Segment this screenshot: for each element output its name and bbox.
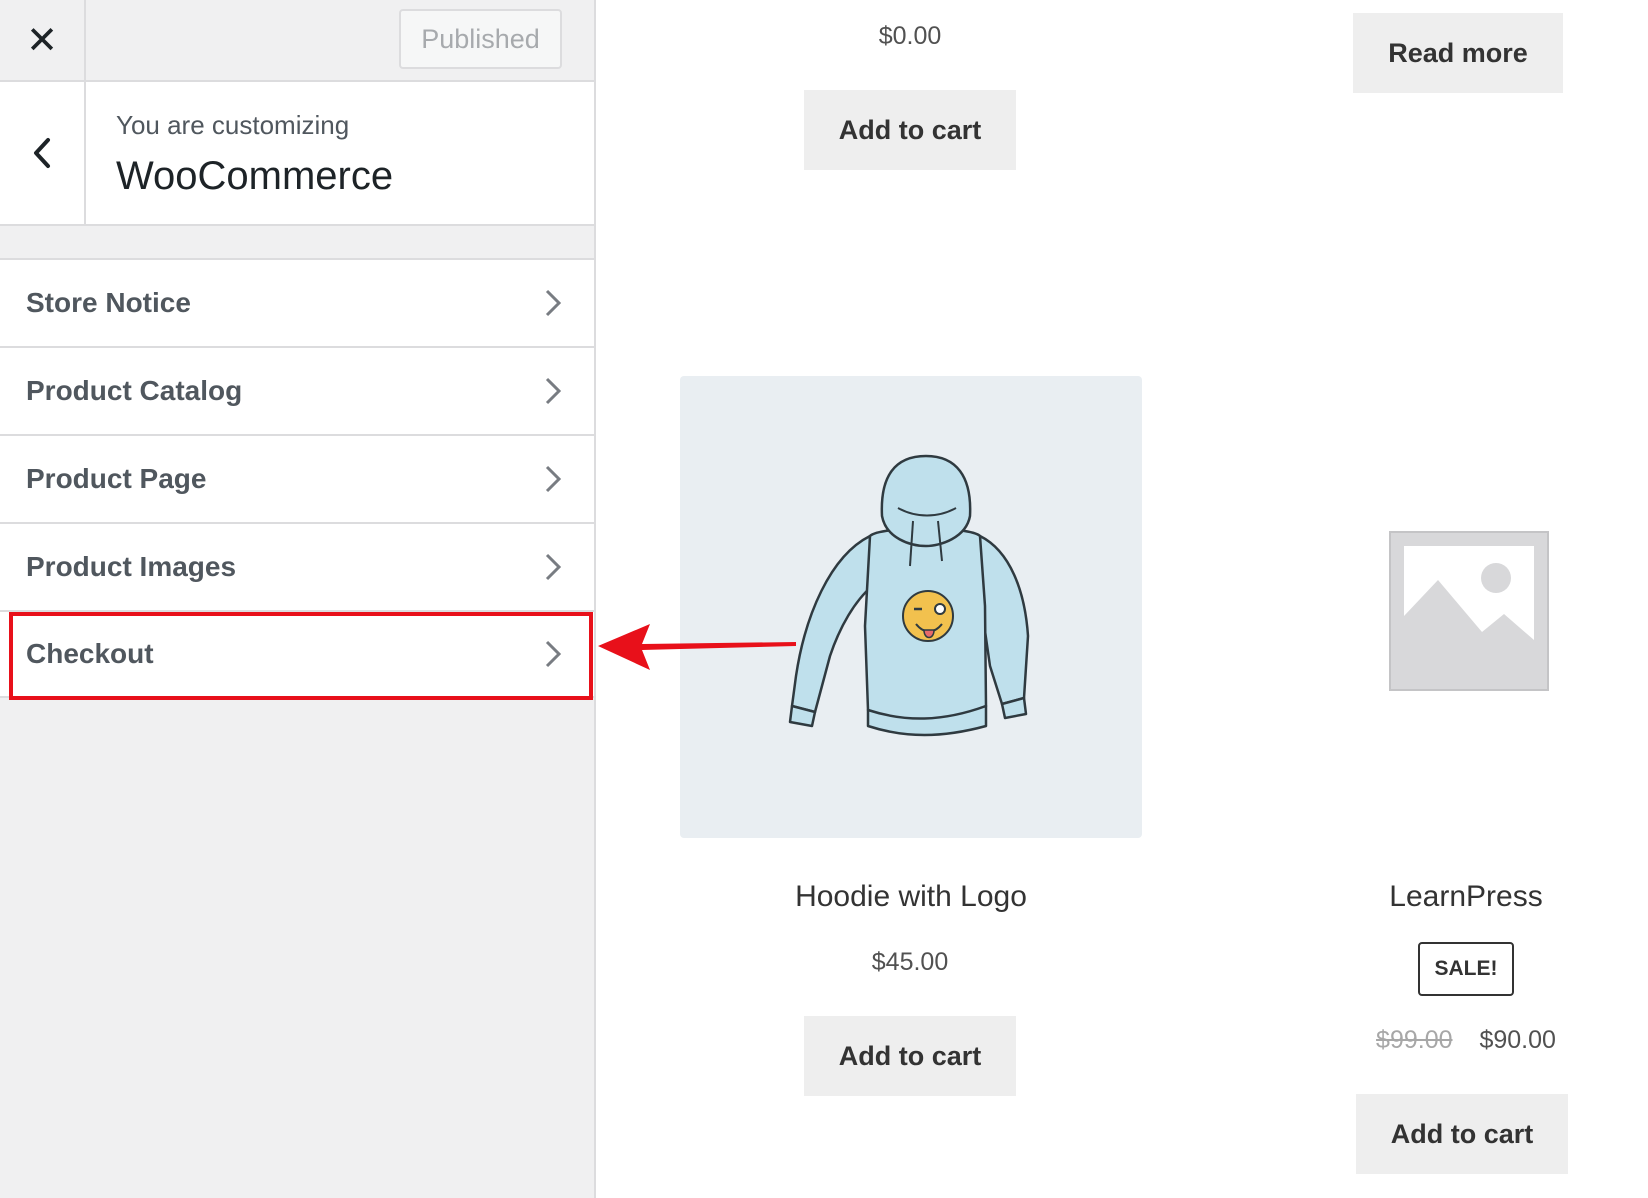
panel-title: WooCommerce	[116, 154, 394, 198]
customizer-sidebar: ✕ Published You are customizing WooComme…	[0, 0, 596, 1198]
section-checkout[interactable]: Checkout	[0, 610, 594, 698]
product-price: $99.00 $90.00	[1366, 1026, 1566, 1055]
customizer-info: You are customizing WooCommerce	[0, 82, 594, 226]
read-more-button[interactable]: Read more	[1353, 13, 1563, 93]
customizer-header: ✕ Published	[0, 0, 594, 82]
product-price: $45.00	[871, 948, 949, 976]
section-label: Checkout	[26, 638, 154, 669]
chevron-right-icon	[545, 465, 562, 493]
add-to-cart-button[interactable]: Add to cart	[804, 1016, 1016, 1096]
hoodie-image[interactable]	[680, 376, 1142, 838]
product-price: $0.00	[878, 22, 942, 50]
section-label: Product Images	[26, 551, 237, 582]
section-store-notice[interactable]: Store Notice	[0, 258, 594, 346]
sale-price: $90.00	[1479, 1026, 1556, 1054]
section-label: Store Notice	[26, 287, 191, 318]
section-list: Store Notice Product Catalog Product Pag…	[0, 258, 594, 698]
chevron-right-icon	[545, 640, 562, 668]
customizing-label: You are customizing	[116, 110, 350, 140]
add-to-cart-button[interactable]: Add to cart	[804, 90, 1016, 170]
chevron-right-icon	[545, 377, 562, 405]
hoodie-illustration	[788, 454, 1030, 737]
section-product-images[interactable]: Product Images	[0, 522, 594, 610]
section-label: Product Page	[26, 463, 207, 494]
product-title[interactable]: Hoodie with Logo	[711, 880, 1111, 914]
placeholder-image-icon[interactable]	[1386, 528, 1552, 694]
section-label: Product Catalog	[26, 375, 243, 406]
add-to-cart-button[interactable]: Add to cart	[1356, 1094, 1568, 1174]
chevron-right-icon	[545, 553, 562, 581]
store-preview: $0.00 Add to cart Read more Hoodie with …	[596, 0, 1648, 1198]
section-product-catalog[interactable]: Product Catalog	[0, 346, 594, 434]
product-title[interactable]: LearnPress	[1316, 880, 1616, 914]
section-product-page[interactable]: Product Page	[0, 434, 594, 522]
close-icon[interactable]: ✕	[0, 0, 86, 80]
publish-button[interactable]: Published	[399, 9, 562, 69]
back-chevron-icon	[34, 138, 50, 168]
sale-badge: SALE!	[1418, 942, 1514, 996]
back-button[interactable]	[0, 82, 86, 224]
chevron-right-icon	[545, 289, 562, 317]
old-price: $99.00	[1376, 1026, 1453, 1054]
